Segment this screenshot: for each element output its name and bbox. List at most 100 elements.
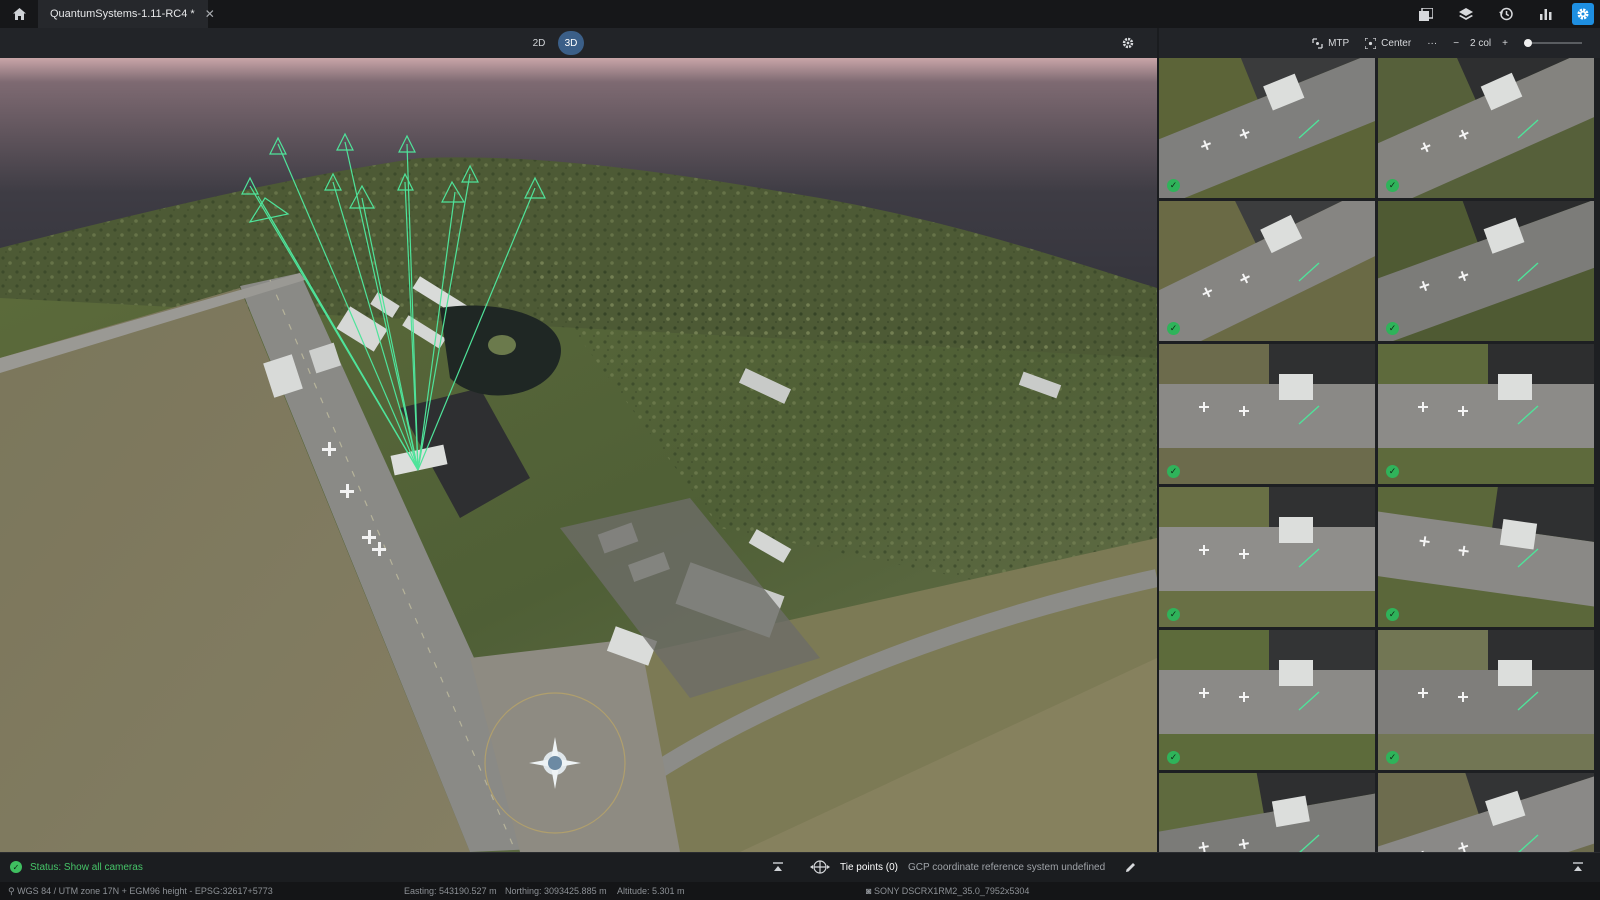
more-icon: ··· [1427, 37, 1438, 49]
mtp-label: MTP [1328, 37, 1350, 49]
settings-icon [1572, 3, 1594, 25]
thumbnail-size-slider[interactable] [1524, 37, 1582, 49]
view-mode-toggle: 2D 3D [526, 31, 584, 55]
aerial-photo [1378, 201, 1594, 341]
collapse-left-panel-button[interactable] [771, 860, 785, 874]
camera-thumbnail[interactable]: ✓ [1378, 58, 1594, 198]
top-bar: QuantumSystems-1.11-RC4 * ✕ [0, 0, 1600, 28]
stats-icon [1540, 9, 1552, 20]
history-button[interactable] [1486, 0, 1526, 28]
northing-readout: Northing: 3093425.885 m [505, 886, 607, 896]
viewport-settings-button[interactable] [1118, 33, 1138, 53]
tie-points-icon[interactable] [810, 860, 830, 874]
project-tab-title: QuantumSystems-1.11-RC4 * [50, 8, 195, 20]
columns-label: 2 col [1470, 37, 1492, 49]
home-icon [12, 8, 26, 20]
gcp-note: GCP coordinate reference system undefine… [907, 861, 1106, 873]
aerial-photo [1159, 58, 1375, 198]
close-tab-icon[interactable]: ✕ [205, 7, 215, 21]
thumbnail-grid: ✓ ✓ ✓ ✓ ✓ ✓ ✓ ✓ ✓ ✓ [1159, 58, 1600, 852]
altitude-readout: Altitude: 5.301 m [617, 886, 685, 896]
center-icon [1365, 37, 1377, 49]
gallery-icon [1419, 7, 1433, 21]
home-button[interactable] [0, 0, 38, 28]
status-message: Status: Show all cameras [30, 861, 143, 873]
camera-model: SONY DSCRX1RM2_35.0_7952x5304 [873, 886, 1030, 896]
verified-check-icon: ✓ [1167, 608, 1180, 621]
camera-thumbnail[interactable]: ✓ [1378, 487, 1594, 627]
mode-2d-button[interactable]: 2D [526, 31, 552, 55]
aerial-photo [1378, 487, 1594, 627]
person-icon: ⚲ [8, 886, 15, 896]
gear-icon [1122, 37, 1134, 49]
verified-check-icon: ✓ [1167, 322, 1180, 335]
center-label: Center [1381, 37, 1412, 49]
plus-icon[interactable]: + [1502, 38, 1508, 49]
status-check-icon: ✓ [10, 861, 22, 873]
crs-label: WGS 84 / UTM zone 17N + EGM96 height - E… [17, 886, 273, 896]
slider-track [1524, 42, 1582, 44]
collapse-icon [773, 862, 783, 871]
camera-images-panel: MTP Center ··· − 2 col + ✓ ✓ ✓ ✓ ✓ ✓ ✓ ✓ ✓ ✓ [1159, 28, 1600, 852]
status-bar: ✓ Status: Show all cameras Tie points (0… [0, 852, 1600, 882]
aerial-photo [1159, 201, 1375, 341]
camera-thumbnail[interactable]: ✓ [1378, 201, 1594, 341]
camera-thumbnail[interactable] [1378, 773, 1594, 852]
verified-check-icon: ✓ [1386, 465, 1399, 478]
layers-button[interactable] [1446, 0, 1486, 28]
column-stepper: − 2 col + [1453, 38, 1508, 49]
aerial-photo [1159, 773, 1375, 852]
mode-3d-button[interactable]: 3D [558, 31, 584, 55]
verified-check-icon: ✓ [1167, 751, 1180, 764]
minus-icon[interactable]: − [1453, 38, 1459, 49]
camera-thumbnail[interactable]: ✓ [1159, 630, 1375, 770]
tie-points-label: Tie points (0) [840, 861, 898, 873]
mtp-button[interactable]: MTP [1312, 38, 1349, 49]
camera-info: ◙ SONY DSCRX1RM2_35.0_7952x5304 [866, 886, 1029, 896]
camera-thumbnail[interactable]: ✓ [1159, 344, 1375, 484]
aerial-photo [1378, 58, 1594, 198]
viewport-toolbar: 2D 3D [0, 28, 1157, 58]
camera-thumbnail[interactable]: ✓ [1378, 344, 1594, 484]
crs-info: ⚲ WGS 84 / UTM zone 17N + EGM96 height -… [8, 886, 273, 897]
aerial-photo [1378, 773, 1594, 852]
camera-thumbnail[interactable]: ✓ [1159, 58, 1375, 198]
more-options-button[interactable]: ··· [1427, 38, 1437, 49]
history-icon [1499, 7, 1513, 21]
collapse-icon [1573, 862, 1583, 871]
camera-thumbnail[interactable]: ✓ [1159, 487, 1375, 627]
camera-thumbnail[interactable] [1159, 773, 1375, 852]
aerial-photo [1378, 344, 1594, 484]
3d-scene-render[interactable] [0, 58, 1157, 852]
statistics-button[interactable] [1526, 0, 1566, 28]
mtp-icon [1312, 37, 1323, 49]
camera-thumbnail[interactable]: ✓ [1159, 201, 1375, 341]
aerial-photo [1159, 630, 1375, 770]
settings-button[interactable] [1566, 0, 1600, 28]
tie-points-area: Tie points (0) GCP coordinate reference … [810, 860, 1136, 874]
aerial-photo [1159, 344, 1375, 484]
center-button[interactable]: Center [1365, 37, 1412, 49]
slider-knob[interactable] [1524, 39, 1532, 47]
3d-viewport[interactable]: 2D 3D [0, 28, 1157, 852]
gallery-button[interactable] [1406, 0, 1446, 28]
verified-check-icon: ✓ [1167, 465, 1180, 478]
status-message-area: ✓ Status: Show all cameras [10, 861, 143, 873]
collapse-right-panel-button[interactable] [1571, 860, 1585, 874]
easting-readout: Easting: 543190.527 m [404, 886, 497, 896]
edit-icon[interactable] [1125, 862, 1136, 873]
top-right-toolbar [1406, 0, 1600, 28]
image-panel-toolbar: MTP Center ··· − 2 col + [1159, 28, 1600, 58]
verified-check-icon: ✓ [1386, 608, 1399, 621]
verified-check-icon: ✓ [1386, 322, 1399, 335]
aerial-photo [1159, 487, 1375, 627]
verified-check-icon: ✓ [1386, 179, 1399, 192]
aerial-photo [1378, 630, 1594, 770]
layers-icon [1459, 7, 1473, 20]
coordinate-info-bar: ⚲ WGS 84 / UTM zone 17N + EGM96 height -… [0, 882, 1600, 900]
camera-icon: ◙ [866, 886, 872, 896]
verified-check-icon: ✓ [1167, 179, 1180, 192]
project-tab[interactable]: QuantumSystems-1.11-RC4 * ✕ [38, 0, 215, 28]
verified-check-icon: ✓ [1386, 751, 1399, 764]
camera-thumbnail[interactable]: ✓ [1378, 630, 1594, 770]
